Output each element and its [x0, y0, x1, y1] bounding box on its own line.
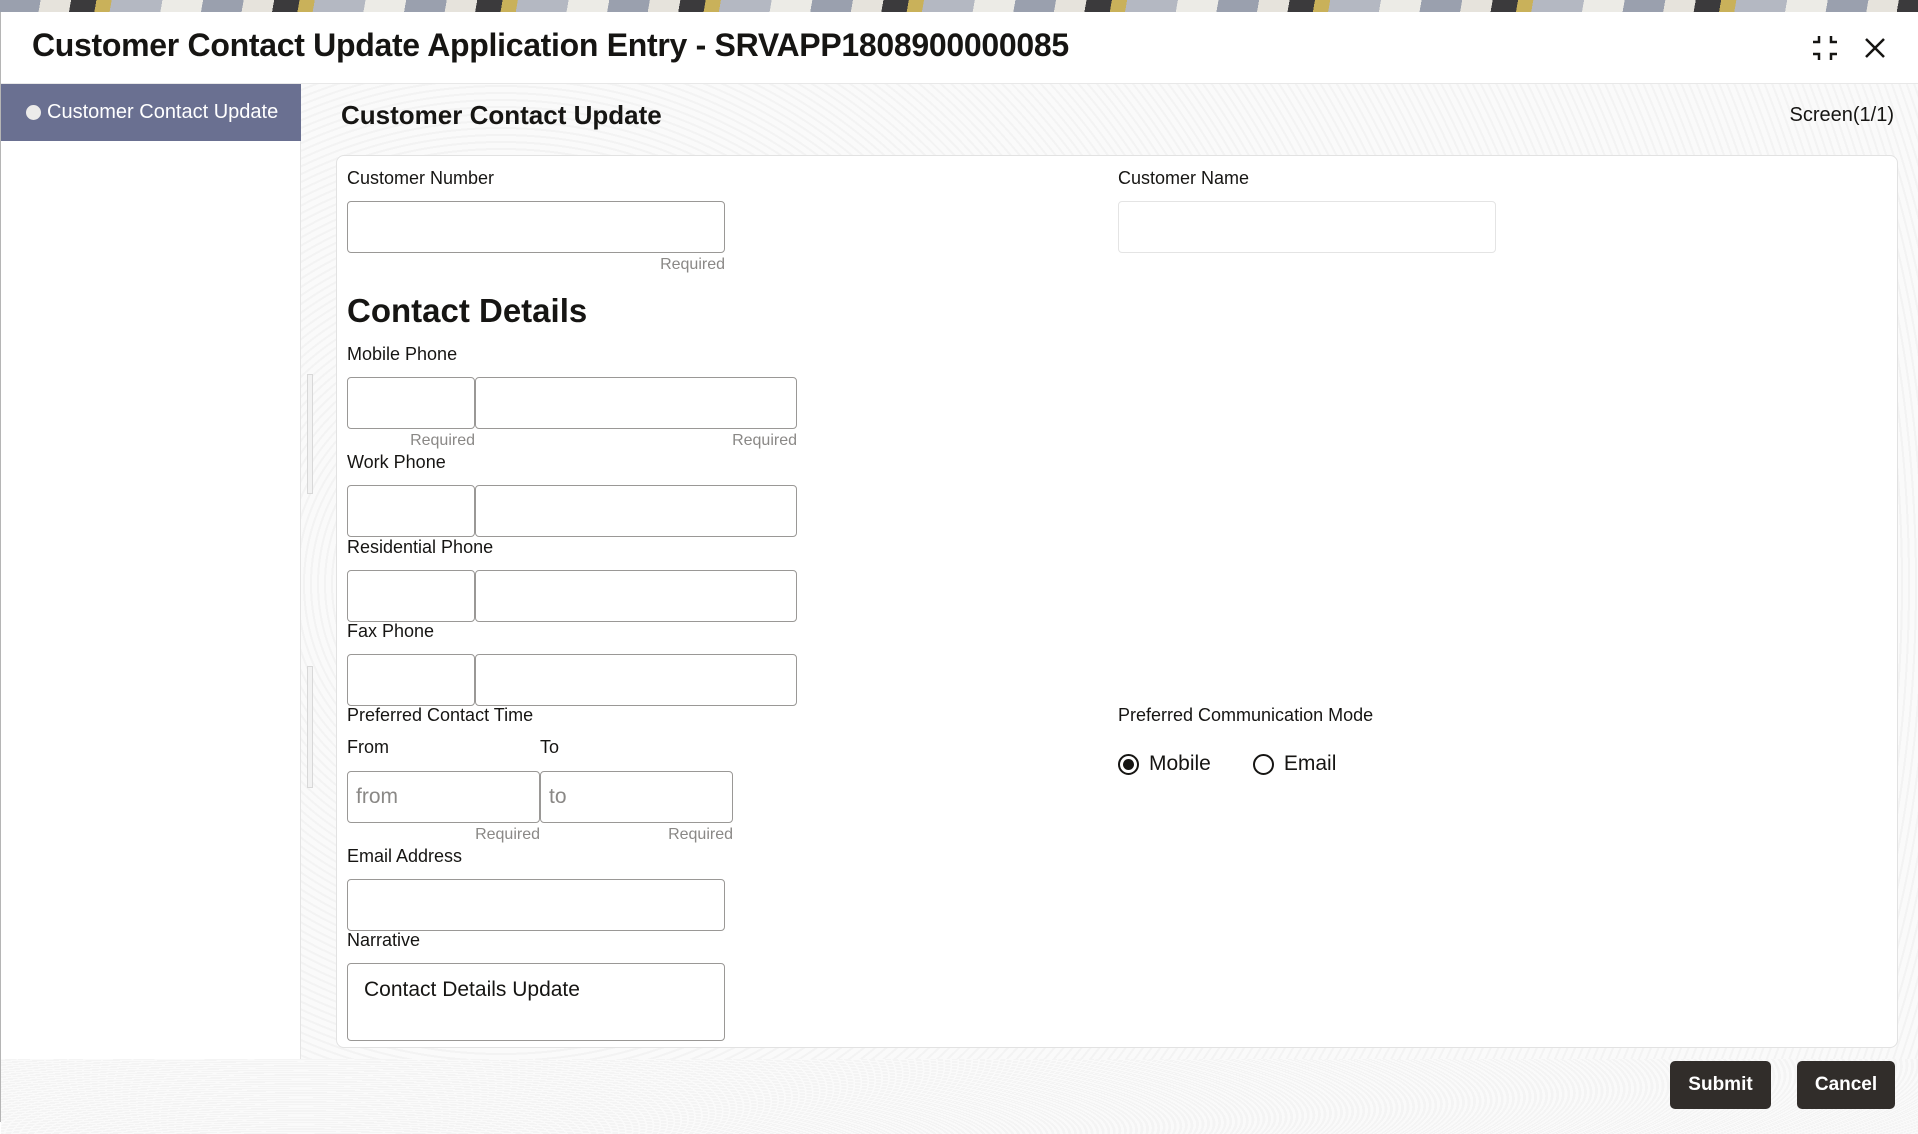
residential-phone-number-input[interactable] [475, 570, 797, 622]
narrative-label: Narrative [347, 930, 421, 950]
radio-mobile[interactable]: Mobile [1118, 752, 1211, 776]
main-content: Customer Contact Update Screen(1/1) Cust… [301, 84, 1918, 1059]
email-address-label: Email Address [347, 846, 463, 866]
scroll-indicator [307, 666, 313, 788]
radio-email[interactable]: Email [1252, 752, 1337, 776]
mobile-phone-code-hint: Required [410, 432, 475, 449]
scroll-indicator [307, 374, 313, 494]
customer-number-input[interactable] [347, 201, 725, 253]
screen-indicator: Screen(1/1) [1789, 104, 1895, 126]
mobile-phone-code-input[interactable] [347, 377, 475, 429]
from-label: From [347, 737, 389, 757]
cancel-button[interactable]: Cancel [1797, 1061, 1895, 1109]
submit-button[interactable]: Submit [1670, 1061, 1771, 1109]
sidebar-item-label: Customer Contact Update [47, 101, 279, 123]
preferred-communication-mode-label: Preferred Communication Mode [1118, 705, 1374, 725]
dialog-title: Customer Contact Update Application Entr… [32, 27, 1069, 63]
fax-phone-code-input[interactable] [347, 654, 475, 706]
mobile-phone-label: Mobile Phone [347, 344, 458, 364]
dialog-window: Customer Contact Update Application Entr… [0, 12, 1918, 1134]
residential-phone-label: Residential Phone [347, 537, 494, 557]
work-phone-label: Work Phone [347, 452, 446, 472]
email-address-input[interactable] [347, 879, 725, 931]
customer-name-label: Customer Name [1118, 168, 1250, 188]
bullet-icon [26, 105, 41, 120]
background-banner [0, 0, 1918, 12]
work-phone-number-input[interactable] [475, 485, 797, 537]
narrative-textarea[interactable]: Contact Details Update [347, 963, 725, 1041]
contact-time-to-input[interactable] [540, 771, 733, 823]
customer-number-label: Customer Number [347, 168, 495, 188]
to-label: To [540, 737, 560, 757]
minimize-icon[interactable] [1807, 30, 1843, 66]
contact-details-heading: Contact Details [347, 292, 588, 329]
residential-phone-code-input[interactable] [347, 570, 475, 622]
customer-name-input[interactable] [1118, 201, 1496, 253]
mobile-phone-number-hint: Required [732, 432, 797, 449]
contact-time-from-hint: Required [475, 826, 540, 843]
radio-unselected-icon [1252, 753, 1274, 775]
section-title: Customer Contact Update [341, 100, 662, 130]
fax-phone-label: Fax Phone [347, 621, 435, 641]
contact-time-from-input[interactable] [347, 771, 540, 823]
close-icon[interactable] [1857, 30, 1893, 66]
preferred-contact-time-label: Preferred Contact Time [347, 705, 534, 725]
sidebar: Customer Contact Update [1, 84, 301, 1059]
dialog-header: Customer Contact Update Application Entr… [1, 12, 1918, 84]
radio-email-label: Email [1283, 752, 1337, 775]
radio-mobile-label: Mobile [1149, 752, 1211, 775]
fax-phone-number-input[interactable] [475, 654, 797, 706]
customer-number-hint: Required [660, 256, 725, 273]
contact-time-to-hint: Required [668, 826, 733, 843]
radio-selected-icon [1118, 753, 1139, 775]
footer-bar [1, 1059, 1918, 1134]
mobile-phone-number-input[interactable] [475, 377, 797, 429]
sidebar-item-customer-contact-update[interactable]: Customer Contact Update [1, 84, 301, 141]
work-phone-code-input[interactable] [347, 485, 475, 537]
form-card: Customer Number Required Customer Name C… [336, 155, 1898, 1048]
communication-mode-radio-group: Mobile Email [1118, 752, 1378, 776]
